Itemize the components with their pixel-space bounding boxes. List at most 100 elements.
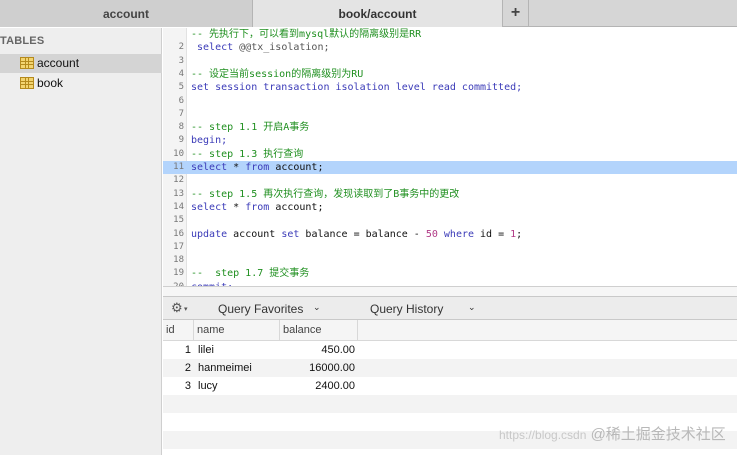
code-token: -- step 1.5 再次执行查询，发现读取到了B事务中的更改 [191, 188, 460, 200]
code-token: -- step 1.1 开启A事务 [191, 122, 310, 134]
table-row[interactable]: 2 hanmeimei 16000.00 [163, 359, 737, 377]
watermark: https://blog.csdn @稀土掘金技术社区 [499, 423, 726, 444]
line-number: 7 [178, 108, 184, 119]
code-token: 50 [425, 228, 444, 240]
table-icon [20, 77, 34, 89]
chevron-down-icon[interactable]: ⌄ [313, 302, 321, 313]
sidebar-item-label: account [37, 56, 80, 70]
line-number: 17 [173, 241, 184, 252]
tab-account[interactable]: account [0, 0, 253, 27]
line-number: 12 [173, 175, 184, 186]
code-text: -- step 1.7 提交事务 [191, 267, 309, 280]
cell-id: 2 [184, 362, 191, 374]
code-token: account; [275, 201, 324, 213]
cell-balance: 16000.00 [309, 362, 355, 374]
code-line[interactable]: 17 [163, 241, 737, 254]
code-text: select * from account; [191, 201, 323, 214]
sidebar-header: TABLES [0, 35, 45, 47]
code-line[interactable]: 5 set session transaction isolation level… [163, 81, 737, 94]
chevron-down-icon[interactable]: ▾ [184, 305, 188, 313]
code-line[interactable]: 11 select * from account; [163, 161, 737, 175]
code-line[interactable]: -- 先执行下，可以看到mysql默认的隔离级别是RR [163, 28, 737, 41]
table-row[interactable]: 1 lilei 450.00 [163, 341, 737, 359]
code-line[interactable]: 9 begin; [163, 134, 737, 147]
column-header-balance[interactable]: balance [280, 320, 358, 341]
watermark-url: https://blog.csdn [499, 428, 587, 442]
gear-icon[interactable]: ⚙ [171, 301, 183, 315]
line-number: 4 [178, 68, 184, 79]
split-divider[interactable] [163, 286, 737, 296]
cell-balance: 2400.00 [315, 380, 355, 392]
code-token: * [233, 201, 246, 213]
line-number: 11 [173, 162, 184, 172]
code-line[interactable]: 14 select * from account; [163, 201, 737, 214]
code-text: select * from account; [191, 161, 323, 174]
code-line[interactable]: 16 update account set balance = balance -… [163, 228, 737, 241]
code-text: set session transaction isolation level … [191, 81, 522, 94]
code-line[interactable]: 4 -- 设定当前session的隔离级别为RU [163, 68, 737, 81]
code-line[interactable]: 13 -- step 1.5 再次执行查询，发现读取到了B事务中的更改 [163, 188, 737, 201]
results-header: id name balance [163, 320, 737, 341]
sidebar-item-account[interactable]: account [0, 54, 162, 73]
code-token: ; [516, 228, 523, 240]
code-line[interactable]: 19 -- step 1.7 提交事务 [163, 267, 737, 280]
code-token: update [191, 228, 234, 240]
code-token: id = [480, 228, 511, 240]
code-line[interactable]: 7 [163, 108, 737, 121]
code-line[interactable]: 8 -- step 1.1 开启A事务 [163, 121, 737, 134]
code-token: select [191, 42, 240, 54]
code-token: @@tx_isolation; [239, 42, 330, 54]
code-text: -- 先执行下，可以看到mysql默认的隔离级别是RR [191, 28, 421, 41]
code-line[interactable]: 12 [163, 174, 737, 187]
sidebar-item-book[interactable]: book [0, 74, 162, 93]
code-text: -- step 1.1 开启A事务 [191, 121, 309, 134]
code-line[interactable]: 6 [163, 95, 737, 108]
line-number: 8 [178, 122, 184, 133]
query-favorites-button[interactable]: Query Favorites [218, 302, 303, 316]
table-icon [20, 57, 34, 69]
tab-bar: account book/account + [0, 0, 737, 27]
query-history-button[interactable]: Query History [370, 302, 443, 316]
line-number: 3 [178, 55, 184, 66]
line-number: 18 [173, 255, 184, 266]
code-token: begin; [191, 135, 228, 147]
column-header-name[interactable]: name [194, 320, 280, 341]
new-tab-button[interactable]: + [503, 0, 529, 27]
code-text: begin; [191, 134, 227, 147]
code-token: from [245, 162, 276, 173]
code-token: -- step 1.3 执行查询 [191, 148, 304, 160]
column-header-id[interactable]: id [163, 320, 194, 341]
line-number: 13 [173, 188, 184, 199]
sidebar-item-label: book [37, 76, 64, 90]
tab-book-account[interactable]: book/account [253, 0, 503, 27]
code-line[interactable]: 10 -- step 1.3 执行查询 [163, 148, 737, 161]
code-token: account; [275, 162, 324, 173]
code-token: -- 设定当前session的隔离级别为RU [191, 68, 364, 80]
code-token: set [281, 228, 306, 240]
code-token: balance = balance - [305, 228, 426, 240]
line-number: 6 [178, 95, 184, 106]
chevron-down-icon[interactable]: ⌄ [468, 302, 476, 313]
code-line[interactable]: 3 [163, 55, 737, 68]
code-line[interactable]: 18 [163, 254, 737, 267]
table-row[interactable]: 3 lucy 2400.00 [163, 377, 737, 395]
line-number: 16 [173, 228, 184, 239]
cell-balance: 450.00 [321, 344, 355, 356]
code-token: from [245, 201, 276, 213]
code-line[interactable]: 2 select @@tx_isolation; [163, 41, 737, 54]
code-token: account [233, 228, 282, 240]
line-number: 10 [173, 148, 184, 159]
sidebar: TABLES account book [0, 28, 162, 455]
watermark-brand: @稀土掘金技术社区 [590, 426, 726, 443]
code-text: -- 设定当前session的隔离级别为RU [191, 68, 363, 81]
code-token: select [191, 162, 234, 173]
code-token: -- 先执行下，可以看到mysql默认的隔离级别是RR [191, 29, 422, 40]
line-number: 2 [178, 42, 184, 53]
line-number: 5 [178, 82, 184, 93]
sql-editor[interactable]: -- 先执行下，可以看到mysql默认的隔离级别是RR 2 select @@tx… [163, 28, 737, 286]
code-line[interactable]: 15 [163, 214, 737, 227]
line-number: 14 [173, 201, 184, 212]
code-text: select @@tx_isolation; [191, 41, 329, 54]
code-token: -- step 1.7 提交事务 [191, 268, 310, 280]
code-token: where [443, 228, 481, 240]
